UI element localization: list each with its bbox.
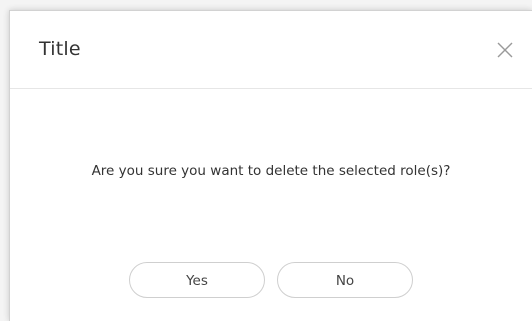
yes-button[interactable]: Yes — [129, 262, 265, 298]
page-background: Title Are you sure you want to delete th… — [0, 0, 532, 321]
dialog-actions: Yes No — [10, 262, 532, 298]
dialog-message: Are you sure you want to delete the sele… — [91, 163, 451, 179]
dialog-header: Title — [10, 11, 532, 89]
close-icon — [494, 39, 516, 61]
dialog-title: Title — [39, 38, 81, 60]
confirm-dialog: Title Are you sure you want to delete th… — [9, 10, 532, 321]
no-button[interactable]: No — [277, 262, 413, 298]
close-button[interactable] — [494, 39, 516, 61]
